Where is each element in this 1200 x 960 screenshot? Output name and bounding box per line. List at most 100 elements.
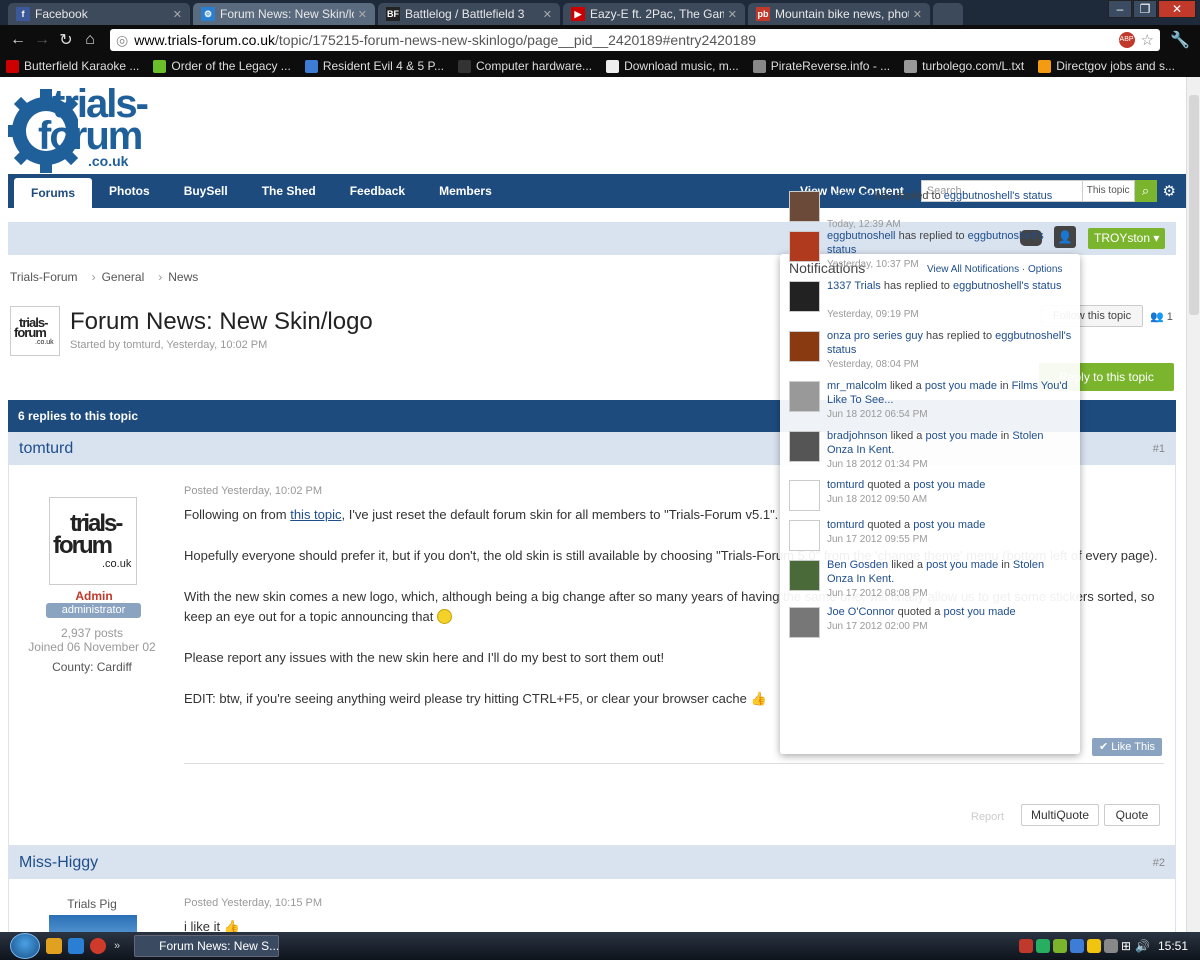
- notification-user[interactable]: tomturd: [827, 479, 864, 491]
- join-date: Joined 06 November 02: [28, 640, 156, 654]
- notification-user[interactable]: bradjohnson: [827, 430, 888, 442]
- network-icon[interactable]: ⊞: [1121, 939, 1131, 953]
- post-author[interactable]: tomturd: [19, 440, 73, 458]
- page-scrollbar[interactable]: [1186, 77, 1200, 932]
- notification-target[interactable]: eggbutnoshell's status: [944, 190, 1053, 202]
- browser-tab[interactable]: pb Mountain bike news, photo ✕: [748, 3, 930, 25]
- chevron-icon[interactable]: »: [114, 940, 120, 952]
- search-icon[interactable]: ⌕: [1134, 180, 1157, 202]
- bookmark-item[interactable]: turbolego.com/L.txt: [904, 59, 1024, 73]
- nav-members[interactable]: Members: [422, 174, 509, 208]
- site-logo[interactable]: trials- forum .co.uk: [8, 81, 168, 173]
- breadcrumb-item[interactable]: Trials-Forum: [10, 270, 78, 284]
- nav-buysell[interactable]: BuySell: [167, 174, 245, 208]
- post-author[interactable]: Miss-Higgy: [19, 854, 98, 872]
- close-tab-icon[interactable]: ✕: [543, 8, 552, 21]
- post-count: 2,937 posts: [60, 626, 124, 640]
- tray-icon[interactable]: [1086, 939, 1101, 953]
- like-button[interactable]: ✔ Like This: [1092, 738, 1162, 756]
- avatar[interactable]: [49, 915, 137, 932]
- notification-user[interactable]: tomturd: [827, 519, 864, 531]
- notification-target[interactable]: post you made: [925, 430, 997, 442]
- notification-user[interactable]: eggbutnoshell: [827, 230, 896, 242]
- notification-user[interactable]: Ben Gosden: [827, 559, 888, 571]
- close-tab-icon[interactable]: ✕: [358, 8, 367, 21]
- notification-text: Joe O'Connor quoted a post you made: [827, 605, 1072, 619]
- new-tab-button[interactable]: [933, 3, 963, 25]
- window-controls: – ❐ ✕: [1107, 0, 1196, 18]
- notification-user[interactable]: mr_malcolm: [827, 380, 887, 392]
- view-all-notifications-link[interactable]: View All Notifications · Options: [927, 264, 1062, 275]
- breadcrumb-item[interactable]: General: [102, 270, 145, 284]
- ie-icon[interactable]: [68, 938, 84, 954]
- address-bar[interactable]: ◎ www.trials-forum.co.uk /topic/175215-f…: [110, 29, 1160, 51]
- avatar[interactable]: trials- forum .co.uk: [49, 497, 137, 585]
- post-number[interactable]: #2: [1153, 857, 1165, 869]
- nav-feedback[interactable]: Feedback: [333, 174, 422, 208]
- close-window-button[interactable]: ✕: [1158, 0, 1196, 18]
- bookmark-item[interactable]: Computer hardware...: [458, 59, 592, 73]
- nav-forums[interactable]: Forums: [14, 178, 93, 208]
- chrome-icon[interactable]: [90, 938, 106, 954]
- tab-title: Mountain bike news, photo: [775, 7, 909, 21]
- bookmark-item[interactable]: Download music, m...: [606, 59, 739, 73]
- tray-icon[interactable]: [1069, 939, 1084, 953]
- home-icon[interactable]: ⌂: [78, 31, 102, 49]
- nav-the-shed[interactable]: The Shed: [245, 174, 333, 208]
- notification-user[interactable]: onza pro series guy: [827, 330, 923, 342]
- start-button[interactable]: [10, 933, 40, 959]
- explorer-icon[interactable]: [46, 938, 62, 954]
- multiquote-button[interactable]: MultiQuote: [1021, 804, 1099, 826]
- maximize-button[interactable]: ❐: [1133, 0, 1157, 18]
- this-topic-link[interactable]: this topic: [290, 507, 341, 522]
- bookmark-item[interactable]: PirateReverse.info - ...: [752, 59, 890, 73]
- wrench-menu-icon[interactable]: 🔧: [1170, 30, 1190, 50]
- notification-target[interactable]: post you made: [943, 606, 1015, 618]
- tab-title: Eazy-E ft. 2Pac, The Game -: [590, 7, 724, 21]
- bookmark-icon: [304, 59, 318, 73]
- post-number[interactable]: #1: [1153, 443, 1165, 455]
- notification-target[interactable]: eggbutnoshell's status: [953, 280, 1062, 292]
- browser-tab[interactable]: BF Battlelog / Battlefield 3 ✕: [378, 3, 560, 25]
- report-link[interactable]: Report: [971, 811, 1004, 823]
- volume-icon[interactable]: 🔊: [1135, 939, 1150, 953]
- adblock-icon[interactable]: ABP: [1118, 32, 1135, 48]
- gear-icon[interactable]: ⚙: [1163, 182, 1176, 200]
- minimize-button[interactable]: –: [1108, 0, 1132, 18]
- forward-icon[interactable]: →: [30, 31, 54, 49]
- quote-button[interactable]: Quote: [1104, 804, 1160, 826]
- notification-target[interactable]: post you made: [913, 519, 985, 531]
- bookmark-star-icon[interactable]: ☆: [1141, 31, 1154, 49]
- browser-tab[interactable]: ▶ Eazy-E ft. 2Pac, The Game - ✕: [563, 3, 745, 25]
- tray-icon[interactable]: [1018, 939, 1033, 953]
- scrollbar-thumb[interactable]: [1189, 95, 1199, 315]
- notification-target[interactable]: post you made: [926, 559, 998, 571]
- notification-target[interactable]: post you made: [925, 380, 997, 392]
- reload-icon[interactable]: ↻: [54, 30, 78, 50]
- people-icon: 👥: [1150, 311, 1164, 323]
- notification-user[interactable]: Joe O'Connor: [827, 606, 895, 618]
- tray-icon[interactable]: [1052, 939, 1067, 953]
- breadcrumb-separator: ›: [158, 270, 163, 284]
- breadcrumb-item[interactable]: News: [168, 270, 198, 284]
- back-icon[interactable]: ←: [6, 31, 30, 49]
- notification-user[interactable]: 1337 Trials: [827, 280, 881, 292]
- nav-photos[interactable]: Photos: [92, 174, 167, 208]
- tray-icon[interactable]: [1035, 939, 1050, 953]
- close-tab-icon[interactable]: ✕: [913, 8, 922, 21]
- notification-target[interactable]: post you made: [913, 479, 985, 491]
- topic-starter-avatar[interactable]: trials- forum .co.uk: [10, 306, 60, 356]
- browser-tab[interactable]: ⚙ Forum News: New Skin/log ✕: [193, 3, 375, 25]
- close-tab-icon[interactable]: ✕: [173, 8, 182, 21]
- bookmark-item[interactable]: Resident Evil 4 & 5 P...: [304, 59, 444, 73]
- close-tab-icon[interactable]: ✕: [728, 8, 737, 21]
- bookmark-item[interactable]: Order of the Legacy ...: [153, 59, 291, 73]
- bookmark-item[interactable]: Directgov jobs and s...: [1038, 59, 1175, 73]
- notification-user[interactable]: wc99wcc: [827, 190, 872, 202]
- taskbar-task-chrome[interactable]: Forum News: New S...: [134, 935, 280, 957]
- tray-icon[interactable]: [1103, 939, 1118, 953]
- user-menu-button[interactable]: TROYston ▾: [1088, 228, 1165, 249]
- browser-tab[interactable]: f Facebook ✕: [8, 3, 190, 25]
- bookmark-item[interactable]: Butterfield Karaoke ...: [6, 59, 139, 73]
- search-scope[interactable]: This topic: [1082, 180, 1135, 202]
